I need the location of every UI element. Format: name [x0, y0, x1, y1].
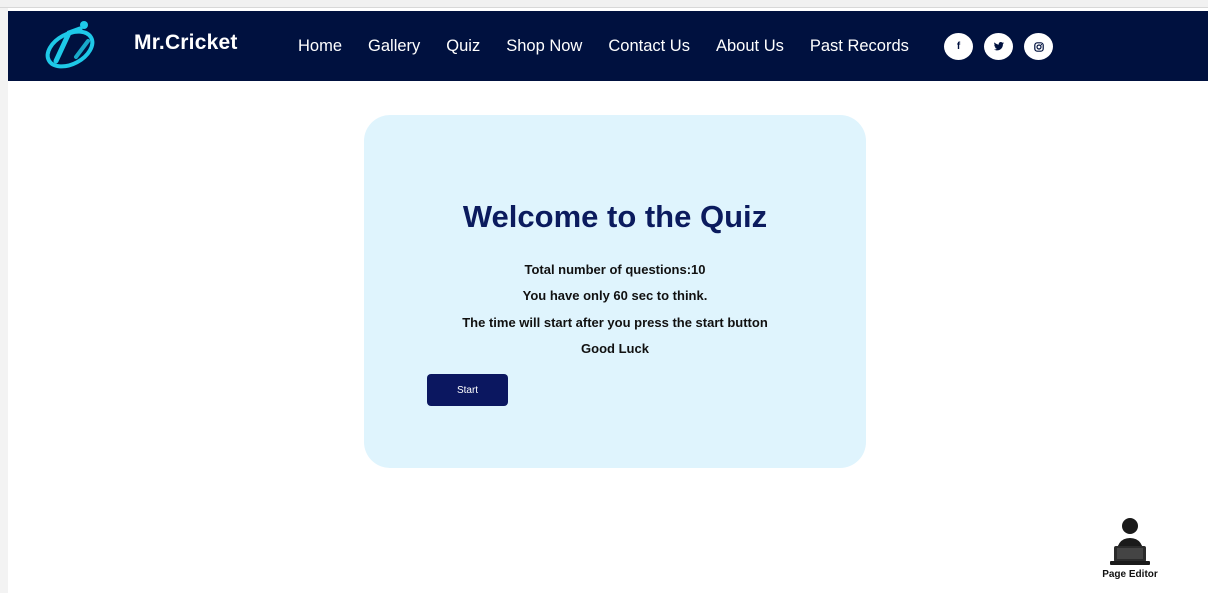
facebook-icon[interactable]: f [944, 33, 973, 60]
quiz-info-time-limit: You have only 60 sec to think. [522, 288, 708, 303]
nav-link-home[interactable]: Home [298, 37, 342, 56]
instagram-icon[interactable] [1024, 33, 1053, 60]
browser-left-strip [0, 8, 8, 593]
nav-link-contact-us[interactable]: Contact Us [608, 37, 690, 56]
nav-links: Home Gallery Quiz Shop Now Contact Us Ab… [298, 11, 935, 81]
nav-link-quiz[interactable]: Quiz [446, 37, 480, 56]
page-editor-button[interactable]: Page Editor [1092, 516, 1168, 586]
navbar: Mr.Cricket Home Gallery Quiz Shop Now Co… [8, 11, 1208, 81]
quiz-info-question-count: Total number of questions:10 [524, 262, 706, 277]
social-links: f [944, 33, 1053, 60]
browser-top-strip [0, 0, 1208, 8]
nav-link-about-us[interactable]: About Us [716, 37, 784, 56]
quiz-title: Welcome to the Quiz [462, 199, 768, 234]
page: Mr.Cricket Home Gallery Quiz Shop Now Co… [0, 0, 1208, 593]
nav-link-shop-now[interactable]: Shop Now [506, 37, 582, 56]
person-laptop-icon [1110, 518, 1150, 565]
quiz-info-timer-note: The time will start after you press the … [462, 315, 768, 330]
twitter-icon[interactable] [984, 33, 1013, 60]
quiz-card: Welcome to the Quiz Total number of ques… [364, 115, 866, 468]
nav-link-past-records[interactable]: Past Records [810, 37, 909, 56]
nav-link-gallery[interactable]: Gallery [368, 37, 420, 56]
start-button[interactable]: Start [427, 374, 508, 406]
cricket-logo-icon[interactable] [36, 17, 100, 73]
page-editor-label: Page Editor [1102, 569, 1158, 580]
brand-name[interactable]: Mr.Cricket [134, 31, 238, 55]
quiz-info-good-luck: Good Luck [581, 341, 649, 356]
